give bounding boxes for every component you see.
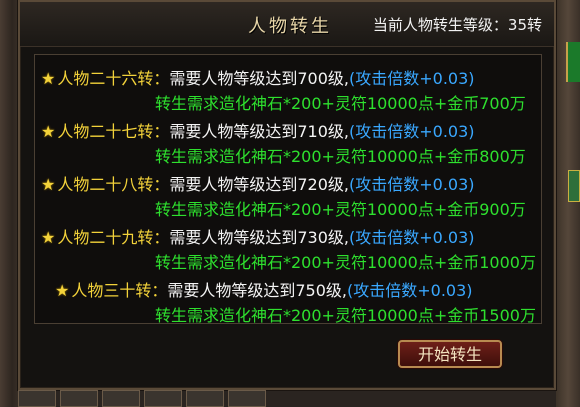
rebirth-cost: 转生需求造化神石*200+灵符10000点+金币1000万 bbox=[155, 253, 536, 272]
skill-slot[interactable] bbox=[18, 390, 56, 407]
rebirth-cost: 转生需求造化神石*200+灵符10000点+金币1500万 bbox=[155, 306, 536, 325]
side-tab-icon[interactable] bbox=[566, 42, 580, 82]
skill-bar bbox=[18, 390, 278, 407]
star-icon: ★ bbox=[41, 122, 56, 141]
rebirth-panel: 人物转生 当前人物转生等级：35转 ★ 人物二十六转：需要人物等级达到700级,(… bbox=[18, 0, 556, 390]
star-icon: ★ bbox=[41, 228, 56, 247]
rebirth-requirement: 需要人物等级达到700级, bbox=[169, 69, 349, 88]
rebirth-bonus: (攻击倍数+0.03) bbox=[349, 228, 475, 247]
skill-slot[interactable] bbox=[228, 390, 266, 407]
star-icon: ★ bbox=[41, 175, 56, 194]
rebirth-bonus: (攻击倍数+0.03) bbox=[349, 69, 475, 88]
rebirth-requirement: 需要人物等级达到730级, bbox=[169, 228, 349, 247]
current-rebirth-level: 当前人物转生等级：35转 bbox=[372, 16, 542, 34]
rebirth-bonus: (攻击倍数+0.03) bbox=[347, 281, 473, 300]
rebirth-bonus: (攻击倍数+0.03) bbox=[349, 122, 475, 141]
rebirth-name: 人物二十七转： bbox=[57, 122, 170, 141]
skill-slot[interactable] bbox=[144, 390, 182, 407]
rebirth-cost: 转生需求造化神石*200+灵符10000点+金币800万 bbox=[155, 147, 526, 166]
rebirth-name: 人物二十六转： bbox=[57, 69, 170, 88]
skill-slot[interactable] bbox=[186, 390, 224, 407]
rebirth-name: 人物三十转： bbox=[71, 281, 168, 300]
left-frame bbox=[0, 0, 20, 407]
side-tab-icon[interactable] bbox=[568, 170, 580, 202]
rebirth-bonus: (攻击倍数+0.03) bbox=[349, 175, 475, 194]
panel-titlebar: 人物转生 当前人物转生等级：35转 bbox=[20, 2, 554, 47]
start-rebirth-button[interactable]: 开始转生 bbox=[398, 340, 502, 368]
star-icon: ★ bbox=[41, 69, 56, 88]
skill-slot[interactable] bbox=[102, 390, 140, 407]
rebirth-cost: 转生需求造化神石*200+灵符10000点+金币900万 bbox=[155, 200, 526, 219]
rebirth-requirement: 需要人物等级达到710级, bbox=[169, 122, 349, 141]
star-icon: ★ bbox=[55, 281, 70, 300]
skill-slot[interactable] bbox=[60, 390, 98, 407]
rebirth-list: ★ 人物二十六转：需要人物等级达到700级,(攻击倍数+0.03) 转生需求造化神… bbox=[34, 54, 542, 325]
rebirth-cost: 转生需求造化神石*200+灵符10000点+金币700万 bbox=[155, 94, 526, 113]
rebirth-name: 人物二十八转： bbox=[57, 175, 170, 194]
panel-title: 人物转生 bbox=[248, 16, 332, 37]
rebirth-name: 人物二十九转： bbox=[57, 228, 170, 247]
rebirth-requirement: 需要人物等级达到720级, bbox=[169, 175, 349, 194]
rebirth-requirement: 需要人物等级达到750级, bbox=[167, 281, 347, 300]
